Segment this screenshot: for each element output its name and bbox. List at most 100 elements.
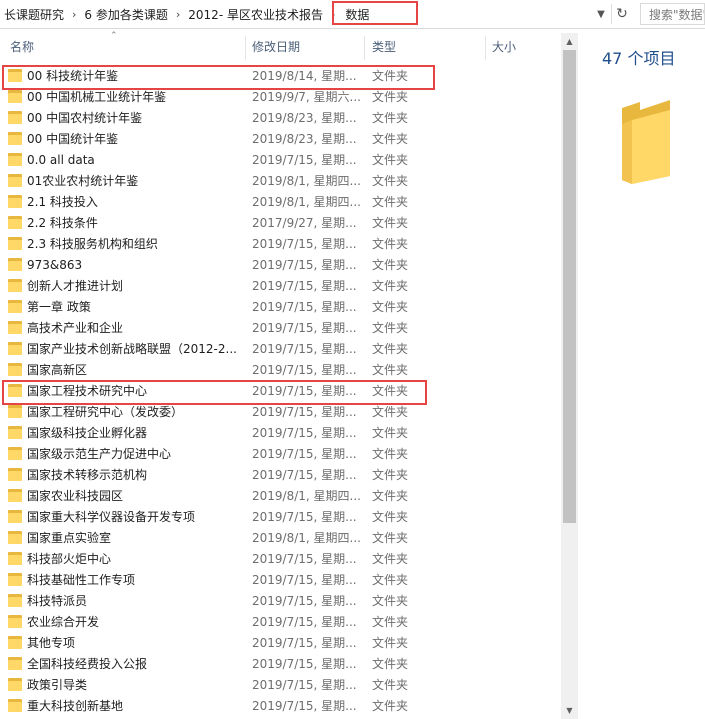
- folder-icon: [8, 615, 22, 628]
- address-history-button[interactable]: ▼: [592, 4, 610, 24]
- file-row[interactable]: 2.1 科技投入 2019/8/1, 星期四... 文件夹: [0, 192, 560, 213]
- file-name: 科技部火炬中心: [27, 552, 112, 566]
- file-row[interactable]: 国家农业科技园区 2019/8/1, 星期四... 文件夹: [0, 486, 560, 507]
- breadcrumb-item[interactable]: 6 参加各类课题: [80, 6, 171, 23]
- file-row[interactable]: 00 中国统计年鉴 2019/8/23, 星期... 文件夹: [0, 129, 560, 150]
- file-name: 国家级科技企业孵化器: [27, 426, 148, 440]
- scroll-up-arrow-icon[interactable]: ▲: [561, 33, 578, 50]
- column-header-date[interactable]: 修改日期: [252, 33, 300, 61]
- address-highlight-box: [332, 1, 418, 25]
- scroll-down-arrow-icon[interactable]: ▼: [561, 702, 578, 719]
- file-date: 2019/8/1, 星期四...: [252, 531, 360, 545]
- file-row[interactable]: 国家产业技术创新战略联盟（2012-2... 2019/7/15, 星期... …: [0, 339, 560, 360]
- file-type: 文件夹: [372, 237, 409, 251]
- file-row[interactable]: 高技术产业和企业 2019/7/15, 星期... 文件夹: [0, 318, 560, 339]
- file-date: 2019/7/15, 星期...: [252, 699, 357, 713]
- file-row[interactable]: 国家级示范生产力促进中心 2019/7/15, 星期... 文件夹: [0, 444, 560, 465]
- folder-icon: [8, 510, 22, 523]
- file-date: 2019/9/7, 星期六...: [252, 90, 360, 104]
- scrollbar-thumb[interactable]: [563, 50, 576, 523]
- file-name: 2.2 科技条件: [27, 216, 98, 230]
- file-row[interactable]: 农业综合开发 2019/7/15, 星期... 文件夹: [0, 612, 560, 633]
- item-count: 47 个项目: [602, 49, 676, 68]
- file-row[interactable]: 科技特派员 2019/7/15, 星期... 文件夹: [0, 591, 560, 612]
- sort-ascending-icon: ⌃: [110, 31, 118, 41]
- file-row[interactable]: 科技基础性工作专项 2019/7/15, 星期... 文件夹: [0, 570, 560, 591]
- column-header-type[interactable]: 类型: [372, 33, 396, 61]
- folder-icon: [8, 426, 22, 439]
- file-type: 文件夹: [372, 174, 409, 188]
- file-row[interactable]: 国家工程研究中心（发改委） 2019/7/15, 星期... 文件夹: [0, 402, 560, 423]
- file-name: 国家工程研究中心（发改委）: [27, 405, 184, 419]
- refresh-icon: ↻: [616, 6, 628, 22]
- file-name: 农业综合开发: [27, 615, 100, 629]
- file-row[interactable]: 第一章 政策 2019/7/15, 星期... 文件夹: [0, 297, 560, 318]
- file-name: 00 中国农村统计年鉴: [27, 111, 143, 125]
- file-row[interactable]: 2.3 科技服务机构和组织 2019/7/15, 星期... 文件夹: [0, 234, 560, 255]
- breadcrumb-separator[interactable]: ›: [68, 8, 80, 21]
- folder-icon: [8, 300, 22, 313]
- column-divider[interactable]: [485, 36, 486, 60]
- details-pane: 47 个项目: [578, 33, 705, 719]
- breadcrumb-item[interactable]: 长课题研究: [0, 6, 68, 23]
- breadcrumb-item[interactable]: 2012- 旱区农业技术报告: [184, 6, 327, 23]
- file-name: 2.3 科技服务机构和组织: [27, 237, 158, 251]
- address-bar[interactable]: 长课题研究 › 6 参加各类课题 › 2012- 旱区农业技术报告 › 数据 ▼…: [0, 0, 705, 29]
- folder-icon: [8, 489, 22, 502]
- folder-icon: [8, 405, 22, 418]
- file-name: 国家技术转移示范机构: [27, 468, 148, 482]
- file-row[interactable]: 重大科技创新基地 2019/7/15, 星期... 文件夹: [0, 696, 560, 717]
- file-name: 全国科技经费投入公报: [27, 657, 148, 671]
- file-date: 2017/9/27, 星期...: [252, 216, 357, 230]
- file-row[interactable]: 全国科技经费投入公报 2019/7/15, 星期... 文件夹: [0, 654, 560, 675]
- folder-icon: [8, 531, 22, 544]
- column-header-size[interactable]: 大小: [492, 33, 516, 61]
- file-name: 国家级示范生产力促进中心: [27, 447, 172, 461]
- file-name: 创新人才推进计划: [27, 279, 124, 293]
- file-date: 2019/7/15, 星期...: [252, 468, 357, 482]
- chevron-down-icon: ▼: [597, 8, 605, 20]
- search-input[interactable]: 搜索"数据": [640, 3, 705, 25]
- file-row[interactable]: 01农业农村统计年鉴 2019/8/1, 星期四... 文件夹: [0, 171, 560, 192]
- file-row[interactable]: 政策引导类 2019/7/15, 星期... 文件夹: [0, 675, 560, 696]
- folder-icon: [8, 90, 22, 103]
- file-row[interactable]: 国家技术转移示范机构 2019/7/15, 星期... 文件夹: [0, 465, 560, 486]
- file-row[interactable]: 973&863 2019/7/15, 星期... 文件夹: [0, 255, 560, 276]
- file-name: 其他专项: [27, 636, 76, 650]
- folder-icon: [8, 468, 22, 481]
- file-name: 国家农业科技园区: [27, 489, 124, 503]
- file-row[interactable]: 00 中国机械工业统计年鉴 2019/9/7, 星期六... 文件夹: [0, 87, 560, 108]
- refresh-button[interactable]: ↻: [611, 4, 632, 24]
- folder-icon: [8, 132, 22, 145]
- file-type: 文件夹: [372, 552, 409, 566]
- file-row[interactable]: 国家级科技企业孵化器 2019/7/15, 星期... 文件夹: [0, 423, 560, 444]
- file-row[interactable]: 科技部火炬中心 2019/7/15, 星期... 文件夹: [0, 549, 560, 570]
- file-row[interactable]: 2.2 科技条件 2017/9/27, 星期... 文件夹: [0, 213, 560, 234]
- file-row[interactable]: 国家重点实验室 2019/8/1, 星期四... 文件夹: [0, 528, 560, 549]
- file-row[interactable]: 创新人才推进计划 2019/7/15, 星期... 文件夹: [0, 276, 560, 297]
- file-type: 文件夹: [372, 321, 409, 335]
- breadcrumb-separator[interactable]: ›: [172, 8, 184, 21]
- folder-icon: [8, 678, 22, 691]
- file-row[interactable]: 0.0 all data 2019/7/15, 星期... 文件夹: [0, 150, 560, 171]
- file-date: 2019/7/15, 星期...: [252, 594, 357, 608]
- column-divider[interactable]: [245, 36, 246, 60]
- file-name: 0.0 all data: [27, 153, 95, 167]
- file-row[interactable]: 国家重大科学仪器设备开发专项 2019/7/15, 星期... 文件夹: [0, 507, 560, 528]
- file-name: 国家重大科学仪器设备开发专项: [27, 510, 196, 524]
- column-header-name[interactable]: 名称: [10, 33, 34, 61]
- file-type: 文件夹: [372, 300, 409, 314]
- column-divider[interactable]: [364, 36, 365, 60]
- folder-icon: [8, 195, 22, 208]
- file-type: 文件夹: [372, 636, 409, 650]
- file-row[interactable]: 国家高新区 2019/7/15, 星期... 文件夹: [0, 360, 560, 381]
- file-name: 00 中国统计年鉴: [27, 132, 119, 146]
- folder-icon: [8, 321, 22, 334]
- vertical-scrollbar[interactable]: ▲ ▼: [561, 33, 578, 719]
- file-row[interactable]: 其他专项 2019/7/15, 星期... 文件夹: [0, 633, 560, 654]
- file-type: 文件夹: [372, 657, 409, 671]
- file-row[interactable]: 00 中国农村统计年鉴 2019/8/23, 星期... 文件夹: [0, 108, 560, 129]
- file-name: 高技术产业和企业: [27, 321, 124, 335]
- file-type: 文件夹: [372, 258, 409, 272]
- file-name: 政策引导类: [27, 678, 88, 692]
